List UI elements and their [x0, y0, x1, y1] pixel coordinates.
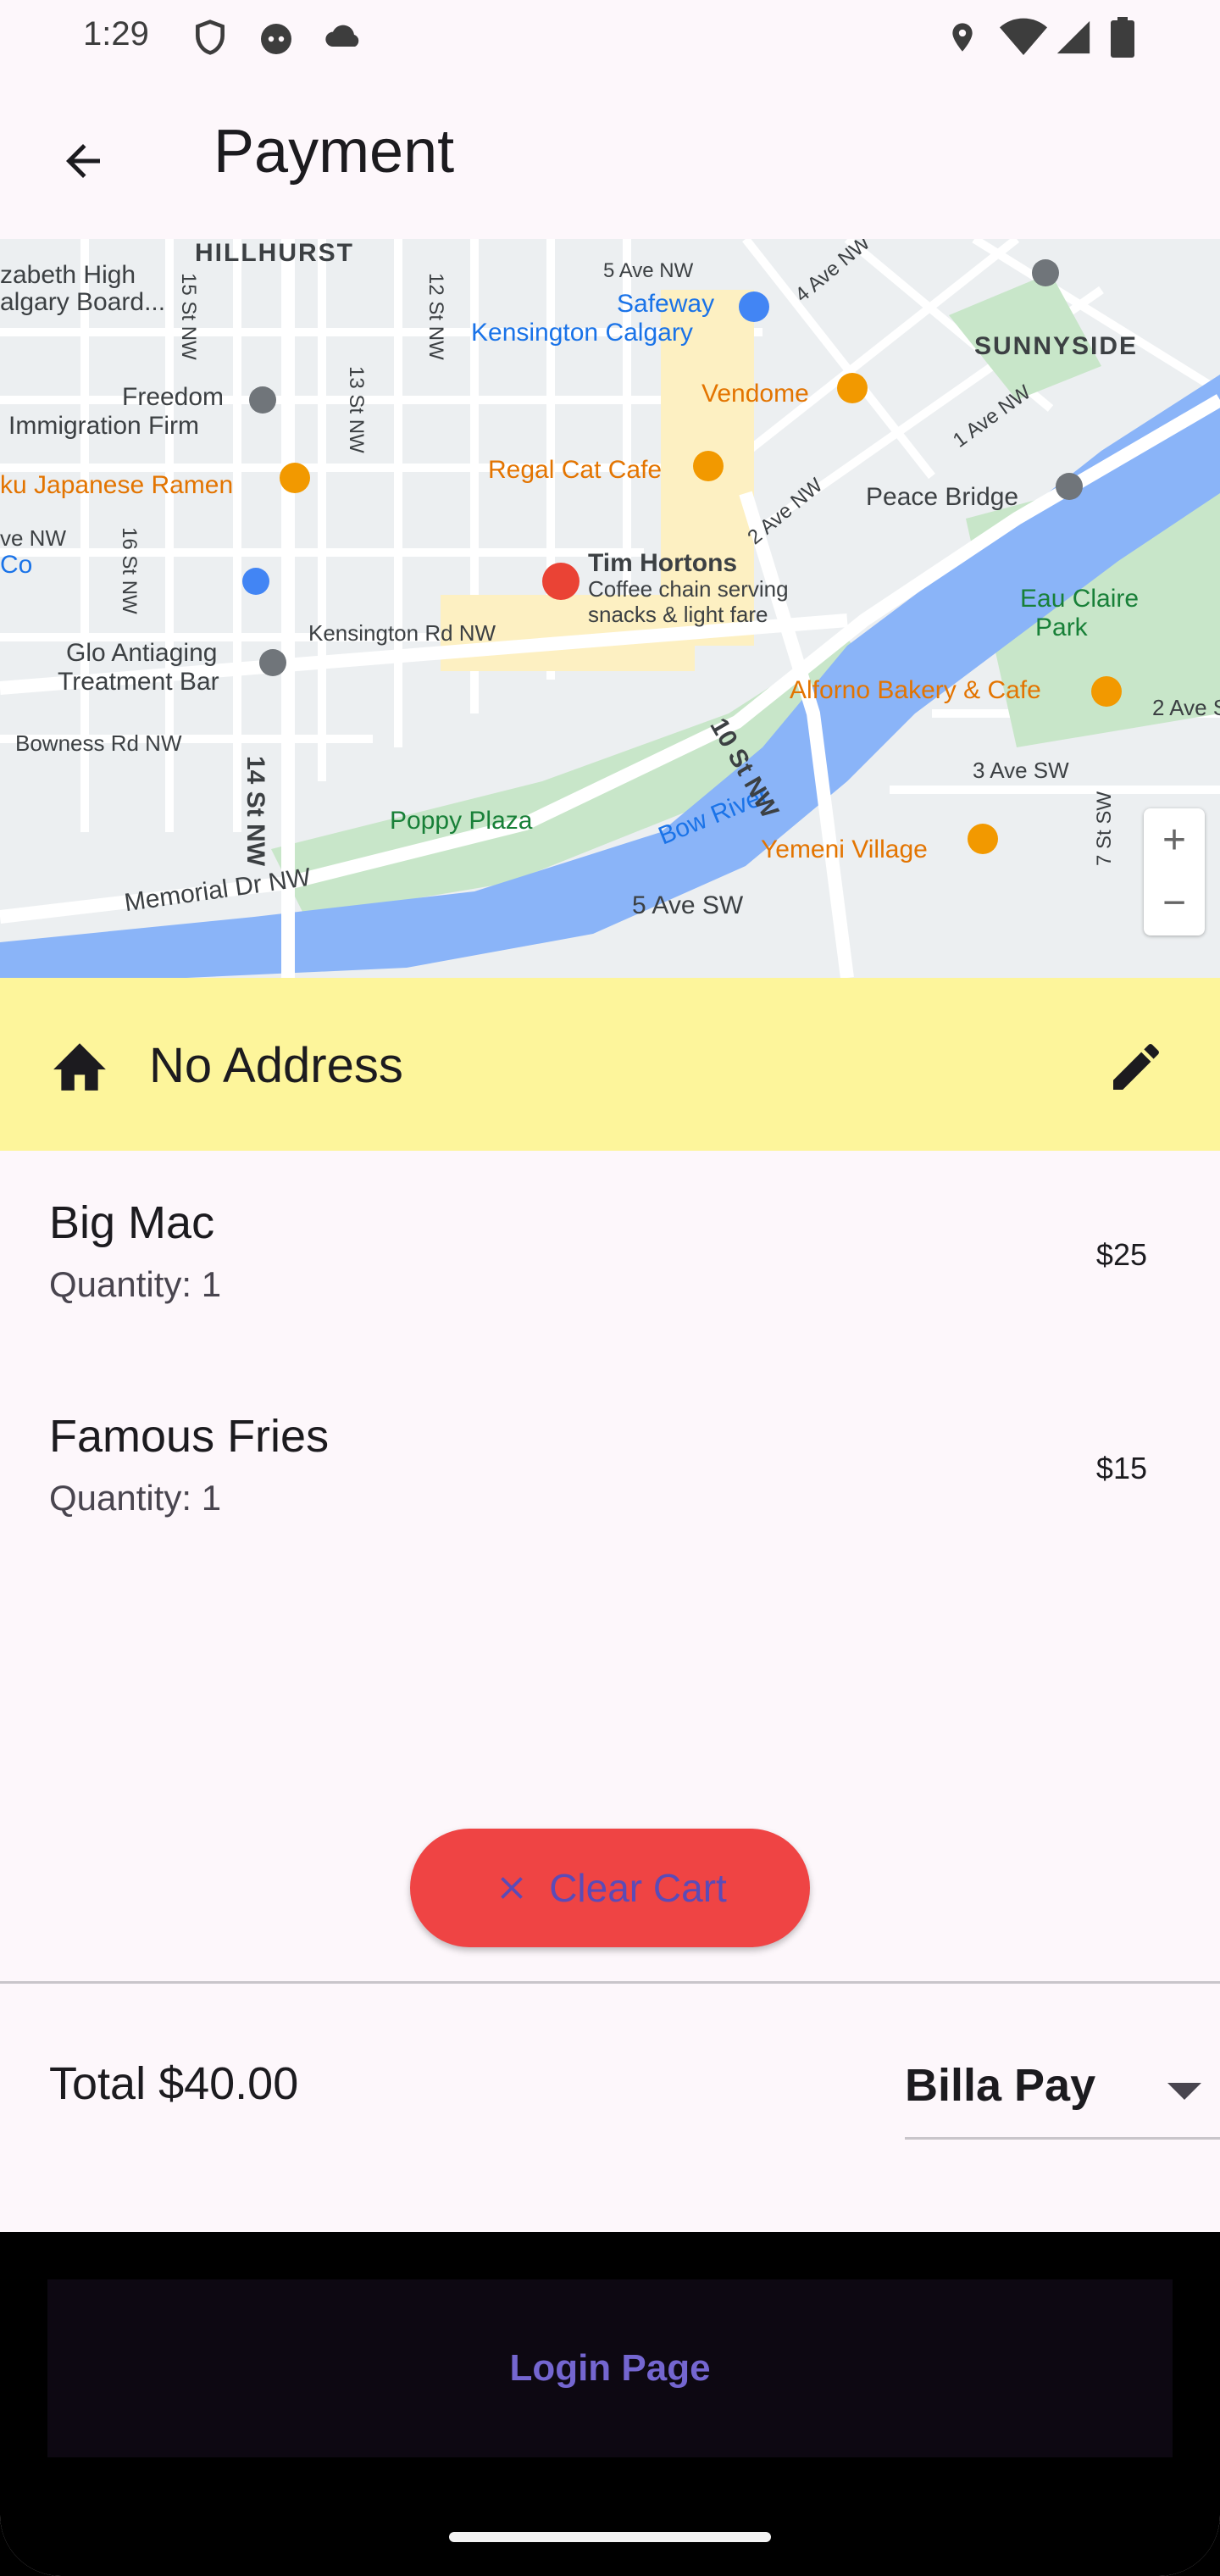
map-label: ku Japanese Ramen — [0, 471, 234, 499]
map-label: zabeth High — [0, 261, 136, 289]
address-bar: No Address — [0, 978, 1220, 1151]
item-name: Famous Fries — [49, 1411, 330, 1462]
bottom-section: Login Page — [0, 2232, 1220, 2576]
map-label: Regal Cat Cafe — [488, 456, 663, 484]
map-label: Freedom — [122, 383, 225, 411]
map-label: 2 Ave SW — [1152, 695, 1220, 720]
shield-icon — [196, 19, 225, 55]
map-label: Glo Antiaging — [66, 639, 218, 667]
item-name: Big Mac — [49, 1197, 215, 1248]
home-indicator[interactable] — [449, 2532, 771, 2542]
login-page-button[interactable]: Login Page — [47, 2279, 1173, 2457]
map-label: Alforno Bakery & Cafe — [790, 676, 1041, 704]
map-label: Eau Claire — [1020, 585, 1140, 613]
item-price: $15 — [1095, 1451, 1147, 1485]
edit-address-button[interactable] — [1098, 1029, 1174, 1105]
home-icon — [53, 1043, 106, 1091]
map-zoom-control: + − — [1144, 808, 1205, 935]
login-page-label: Login Page — [509, 2347, 711, 2389]
map-label: 7 St SW — [1093, 791, 1116, 866]
map-label: 15 St NW — [177, 273, 200, 360]
map-view[interactable]: HILLHURST Safeway Kensington Calgary SUN… — [0, 239, 1220, 978]
location-icon — [952, 23, 973, 52]
payment-method-value: Billa Pay — [905, 2060, 1096, 2111]
map-label: Immigration Firm — [8, 412, 200, 440]
clear-cart-label: Clear Cart — [549, 1866, 727, 1910]
map-label: Co — [0, 551, 33, 579]
map-label: Safeway — [617, 290, 715, 318]
dropdown-arrow-icon — [1167, 2083, 1201, 2100]
battery-icon — [1111, 17, 1134, 58]
signal-icon — [1056, 20, 1090, 54]
map-label: 3 Ave SW — [973, 758, 1069, 783]
map-label: 16 St NW — [118, 527, 141, 614]
payment-screen: 1:29 Payment HILLHURST Safeway Kensingto… — [0, 0, 1220, 2576]
address-text: No Address — [149, 1038, 403, 1093]
back-button[interactable] — [41, 119, 125, 203]
map-label: algary Board... — [0, 288, 166, 316]
close-icon — [501, 1877, 524, 1899]
map-label: Bowness Rd NW — [15, 730, 182, 756]
map-label: HILLHURST — [195, 239, 354, 267]
cart-item[interactable]: Famous Fries Quantity: 1 $15 — [0, 1410, 1220, 1579]
map-label: SUNNYSIDE — [974, 332, 1139, 360]
map-label: Park — [1035, 613, 1088, 641]
map-label: 5 Ave NW — [603, 259, 694, 282]
map-label: Kensington Calgary — [471, 319, 693, 347]
wifi-icon — [1000, 18, 1047, 55]
map-label: Treatment Bar — [58, 668, 219, 696]
map-label: 5 Ave SW — [632, 891, 744, 919]
map-label: ve NW — [0, 525, 66, 551]
page-title: Payment — [214, 118, 455, 186]
map-label: Coffee chain serving — [588, 576, 789, 602]
pencil-icon — [1113, 1043, 1159, 1090]
item-quantity: Quantity: 1 — [49, 1478, 222, 1518]
total-amount: Total $40.00 — [49, 2058, 299, 2109]
item-price: $25 — [1095, 1237, 1147, 1272]
divider — [0, 1981, 1220, 1984]
map-label: 12 St NW — [424, 273, 447, 360]
payment-method-dropdown[interactable]: Billa Pay — [905, 2046, 1220, 2140]
map-label: Vendome — [702, 380, 809, 408]
item-quantity: Quantity: 1 — [49, 1264, 222, 1304]
map-label: Tim Hortons — [588, 549, 738, 577]
map-label: Yemeni Village — [761, 836, 928, 863]
zoom-out-button[interactable]: − — [1144, 871, 1205, 934]
status-bar: 1:29 — [0, 0, 1220, 75]
map-label: Peace Bridge — [866, 483, 1019, 511]
map-label: Kensington Rd NW — [308, 620, 496, 646]
clear-cart-button[interactable]: Clear Cart — [410, 1829, 810, 1947]
arrow-back-icon — [66, 144, 100, 178]
map-label: 14 St NW — [241, 756, 269, 867]
map-label: snacks & light fare — [588, 602, 768, 627]
map-label: 13 St NW — [345, 366, 368, 453]
status-time: 1:29 — [83, 15, 149, 53]
app-bar: Payment — [0, 75, 1220, 239]
zoom-in-button[interactable]: + — [1144, 808, 1205, 871]
android-icon — [261, 24, 291, 54]
map-label: Poppy Plaza — [390, 807, 533, 835]
cloud-icon — [325, 25, 359, 47]
cart-item[interactable]: Big Mac Quantity: 1 $25 — [0, 1196, 1220, 1366]
